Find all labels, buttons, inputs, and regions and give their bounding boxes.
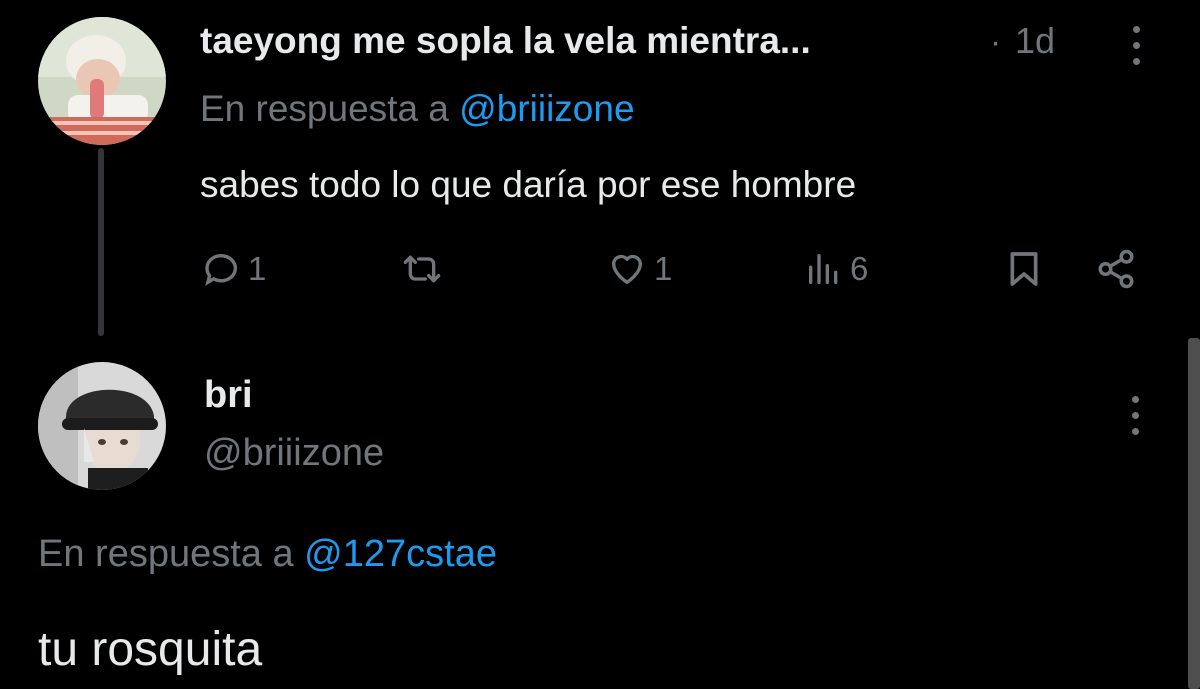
reply-like-count: 1 [654, 250, 673, 287]
retweet-icon [400, 249, 444, 289]
reply-bookmark-button[interactable] [1004, 246, 1044, 292]
main-replying-prefix: En respuesta a [38, 533, 294, 575]
main-author-handle[interactable]: @briiizone [204, 430, 384, 476]
reply-replying-handle[interactable]: @briiizone [459, 88, 634, 129]
main-author-avatar[interactable] [38, 362, 166, 490]
main-replying-to: En respuesta a @127cstae [38, 530, 497, 578]
bookmark-icon [1004, 248, 1044, 290]
reply-like-button[interactable]: 1 [606, 246, 672, 292]
views-icon [804, 249, 844, 289]
reply-separator: · [990, 23, 1001, 60]
main-replying-handle[interactable]: @127cstae [304, 533, 497, 575]
reply-share-button[interactable] [1095, 246, 1137, 292]
reply-views-button[interactable]: 6 [804, 246, 868, 292]
main-author-name[interactable]: bri [204, 372, 253, 418]
reply-more-icon[interactable] [1130, 26, 1142, 65]
reply-views-count: 6 [850, 250, 869, 287]
reply-retweet-button[interactable] [400, 246, 450, 292]
reply-replying-to: En respuesta a @briiizone [200, 86, 635, 132]
reply-timestamp[interactable]: 1d [1015, 18, 1055, 64]
reply-comment-count: 1 [248, 250, 267, 287]
reply-comment-button[interactable]: 1 [202, 246, 266, 292]
main-more-icon[interactable] [1129, 396, 1141, 435]
like-icon [606, 249, 648, 289]
reply-text: sabes todo lo que daría por ese hombre [200, 164, 857, 205]
scrollbar[interactable] [1188, 338, 1200, 689]
reply-author-name[interactable]: taeyong me sopla la vela mientra... [200, 18, 811, 64]
thread-connector-line [98, 148, 104, 336]
main-tweet-text: tu rosquita [38, 623, 263, 676]
reply-author-avatar[interactable] [38, 17, 166, 145]
share-icon [1095, 248, 1137, 290]
reply-replying-prefix: En respuesta a [200, 88, 449, 129]
comment-icon [202, 249, 242, 289]
